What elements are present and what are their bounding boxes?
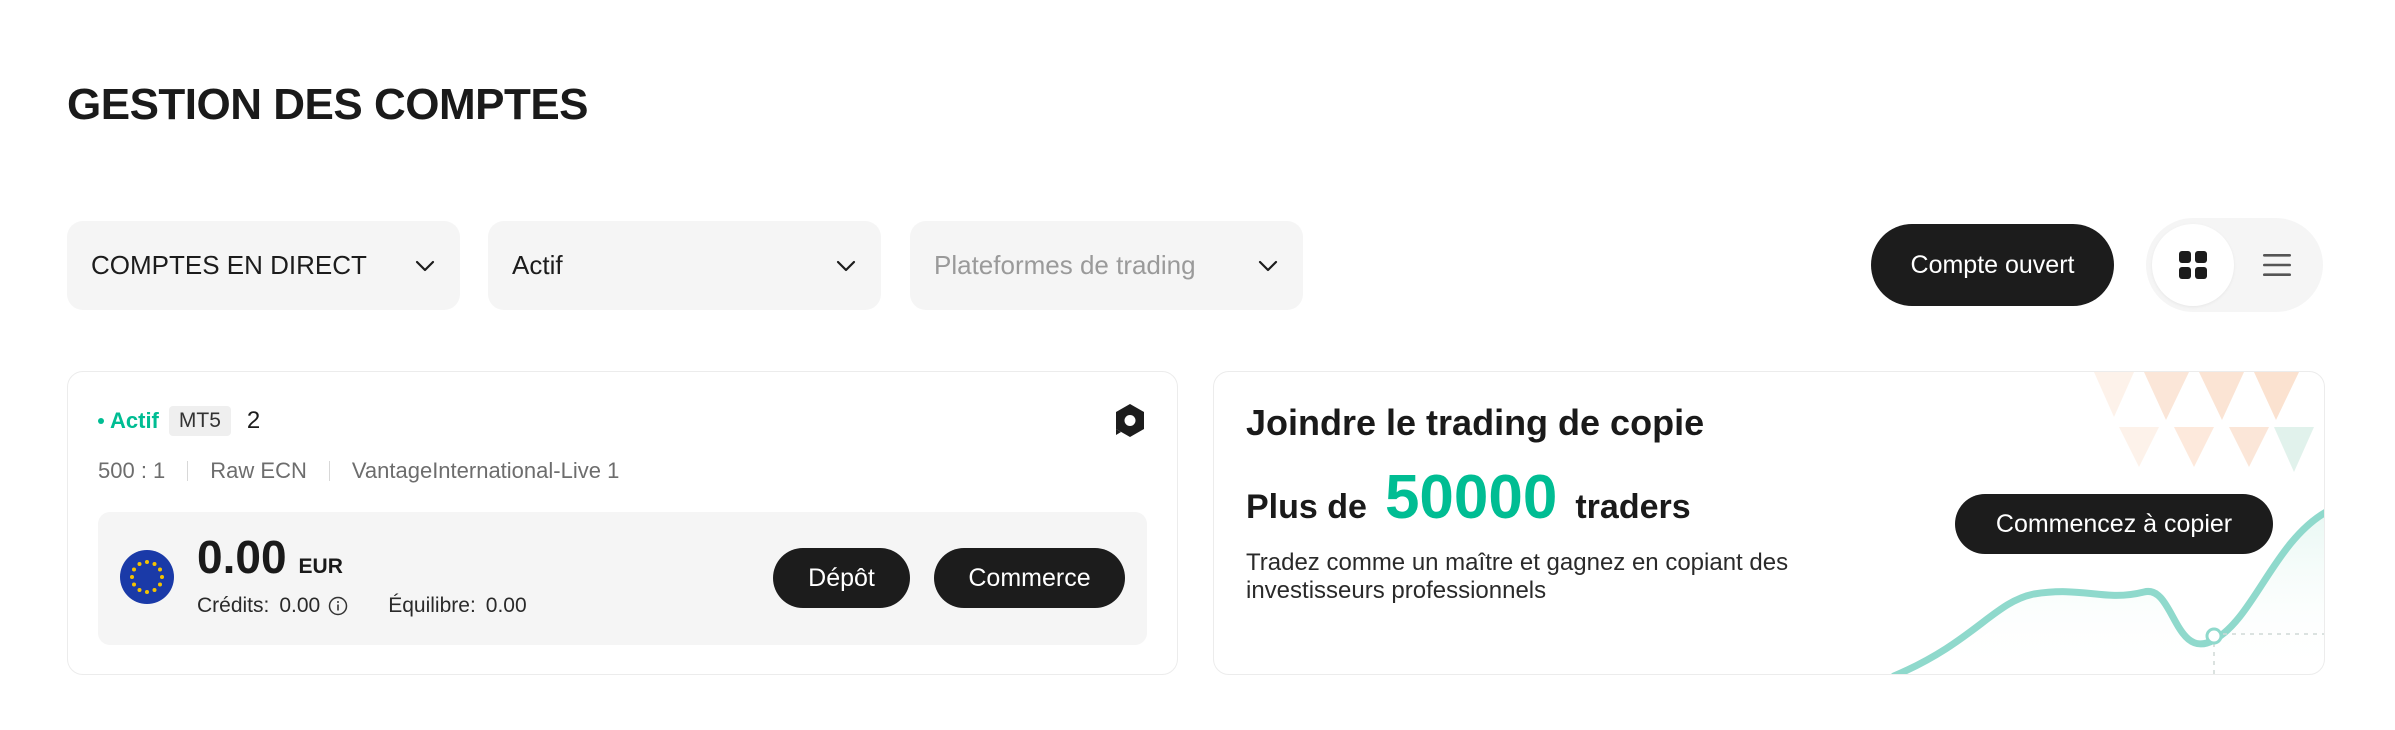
promo-title: Joindre le trading de copie (1246, 402, 1705, 443)
equity-value: 0.00 (485, 594, 527, 617)
chevron-down-icon (836, 260, 856, 271)
account-card: Actif MT5 2 500 : 1 Raw ECN VantageInter… (67, 371, 1178, 675)
eu-flag-icon (120, 550, 174, 604)
status-dot-icon (98, 418, 104, 424)
balance: 0.00 EUR (197, 530, 343, 584)
info-icon[interactable] (328, 596, 348, 616)
account-type: Raw ECN (210, 458, 307, 483)
settings-hexagon-icon[interactable] (1113, 402, 1147, 440)
account-meta: 500 : 1 Raw ECN VantageInternational-Liv… (98, 458, 619, 484)
credits-value: 0.00 (279, 594, 321, 617)
chevron-down-icon (415, 260, 435, 271)
promo-trader-count: 50000 (1384, 463, 1558, 532)
trading-platform-dropdown[interactable]: Plateformes de trading (910, 221, 1303, 310)
view-mode-toggle (2146, 218, 2323, 312)
account-number: 2 (246, 407, 261, 434)
status-label: Actif (110, 408, 159, 433)
server-name: VantageInternational-Live 1 (351, 458, 620, 483)
platform-badge: MT5 (168, 406, 231, 436)
promo-description: Tradez comme un maître et gagnez en copi… (1246, 549, 1789, 604)
list-icon (2263, 254, 2291, 276)
account-header: Actif MT5 2 (98, 406, 260, 436)
start-copying-button[interactable]: Commencez à copier (1955, 494, 2273, 554)
deposit-button[interactable]: Dépôt (773, 548, 910, 608)
credits-label: Crédits: (197, 594, 270, 617)
equity-label: Équilibre: (388, 594, 476, 617)
status-value: Actif (512, 250, 563, 280)
status-badge: Actif (98, 408, 159, 434)
leverage: 500 : 1 (98, 458, 166, 483)
promo-headline: Plus de 50000 traders (1246, 462, 1691, 533)
promo-suffix: traders (1575, 488, 1691, 526)
status-dropdown[interactable]: Actif (488, 221, 881, 310)
balance-panel: 0.00 EUR Crédits: 0.00 Équilibre: 0.00 D… (98, 512, 1147, 645)
trading-platform-placeholder: Plateformes de trading (934, 250, 1196, 280)
grid-view-button[interactable] (2152, 224, 2234, 306)
promo-prefix: Plus de (1246, 488, 1367, 526)
account-type-value: COMPTES EN DIRECT (91, 250, 367, 280)
page-title: GESTION DES COMPTES (67, 80, 589, 129)
trade-button[interactable]: Commerce (934, 548, 1125, 608)
divider (328, 461, 330, 481)
grid-icon (2179, 251, 2207, 279)
balance-amount: 0.00 (197, 531, 287, 583)
balance-currency: EUR (298, 555, 343, 578)
chevron-down-icon (1258, 260, 1278, 271)
list-view-button[interactable] (2236, 224, 2318, 306)
divider (187, 461, 189, 481)
open-account-button[interactable]: Compte ouvert (1871, 224, 2114, 306)
copy-trading-promo-card: Joindre le trading de copie Plus de 5000… (1213, 371, 2325, 675)
balance-details: Crédits: 0.00 Équilibre: 0.00 (197, 594, 527, 618)
account-type-dropdown[interactable]: COMPTES EN DIRECT (67, 221, 460, 310)
